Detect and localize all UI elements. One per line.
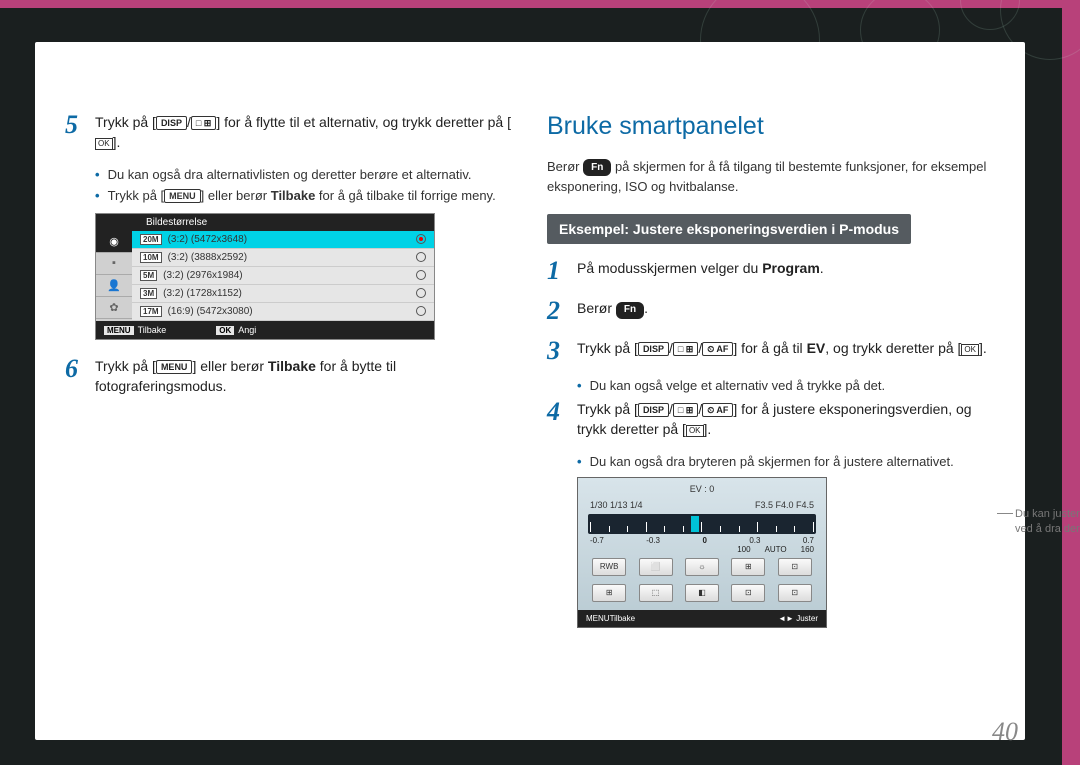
tab-user[interactable]: 👤 <box>96 275 132 297</box>
sp-option-button[interactable]: ⊡ <box>778 584 812 602</box>
nav-icon: □ ⊞ <box>191 116 216 130</box>
callout-text: Du kan justere enkelte alternativer ved … <box>1015 507 1080 538</box>
step-number: 1 <box>547 258 565 284</box>
nav-icon: □ ⊞ <box>673 342 698 356</box>
sp-option-button[interactable]: ☼ <box>685 558 719 576</box>
bullet-icon: • <box>577 378 582 393</box>
size-option[interactable]: 17M(16:9) (5472x3080) <box>132 303 434 321</box>
intro-text: Berør Fn på skjermen for å få tilgang ti… <box>547 157 995 196</box>
size-option[interactable]: 5M(3:2) (2976x1984) <box>132 267 434 285</box>
step-number: 6 <box>65 356 83 397</box>
ok-button-label: OK <box>686 425 704 437</box>
bullet-text: Du kan også dra bryteren på skjermen for… <box>590 454 954 469</box>
disp-button-label: DISP <box>638 403 669 417</box>
nav-icon: □ ⊞ <box>673 403 698 417</box>
sp-option-button[interactable]: ⊞ <box>592 584 626 602</box>
sp-option-button[interactable]: ⊡ <box>731 584 765 602</box>
disp-button-label: DISP <box>638 342 669 356</box>
step-6: 6 Trykk på [MENU] eller berør Tilbake fo… <box>65 356 513 397</box>
right-column: Bruke smartpanelet Berør Fn på skjermen … <box>547 112 995 720</box>
menu-button-label: MENU <box>156 360 193 374</box>
smartpanel-preview: EV : 0 1/30 1/13 1/4F3.5 F4.0 F4.5 -0.7-… <box>577 477 827 628</box>
sp-option-button[interactable]: ⊞ <box>731 558 765 576</box>
size-option[interactable]: 20M(3:2) (5472x3648) <box>132 231 434 249</box>
tab-video[interactable]: ▪ <box>96 253 132 275</box>
section-heading: Bruke smartpanelet <box>547 112 995 141</box>
bullet-icon: • <box>95 167 100 182</box>
menu-button-label: MENU <box>164 189 201 203</box>
step-number: 5 <box>65 112 83 153</box>
step-number: 4 <box>547 399 565 440</box>
panel-title: Bildestørrelse <box>96 214 434 231</box>
size-option[interactable]: 10M(3:2) (3888x2592) <box>132 249 434 267</box>
bullet-icon: • <box>95 188 100 203</box>
sp-option-button[interactable]: RWB <box>592 558 626 576</box>
left-column: 5 Trykk på [DISP/□ ⊞] for å ﬂytte til et… <box>65 112 513 720</box>
size-option[interactable]: 3M(3:2) (1728x1152) <box>132 285 434 303</box>
bullet-text: Du kan også dra alternativlisten og dere… <box>108 167 472 182</box>
fn-button-label: Fn <box>583 159 611 176</box>
sp-option-button[interactable]: ⬚ <box>639 584 673 602</box>
ok-button-label: OK <box>961 344 979 356</box>
example-heading: Eksempel: Justere eksponeringsverdien i … <box>547 214 911 244</box>
panel-footer: MENUTilbake OKAngi <box>96 321 434 339</box>
page-number: 40 <box>992 717 1018 747</box>
timer-icon: ⏲ AF <box>702 403 733 417</box>
sp-scale[interactable] <box>588 514 816 534</box>
sp-option-button[interactable]: ⬜ <box>639 558 673 576</box>
bullet-text: Du kan også velge et alternativ ved å tr… <box>590 378 886 393</box>
sp-title: EV : 0 <box>578 484 826 494</box>
disp-button-label: DISP <box>156 116 187 130</box>
fn-button-label: Fn <box>616 302 644 319</box>
size-settings-panel: Bildestørrelse ◉ ▪ 👤 ✿ 20M(3:2) (5472x36… <box>95 213 435 340</box>
tab-settings[interactable]: ✿ <box>96 297 132 319</box>
step-5: 5 Trykk på [DISP/□ ⊞] for å ﬂytte til et… <box>65 112 513 153</box>
step-number: 2 <box>547 298 565 324</box>
bullet-text: Trykk på [MENU] eller berør Tilbake for … <box>108 188 496 203</box>
ok-button-label: OK <box>95 138 113 150</box>
sp-option-button[interactable]: ◧ <box>685 584 719 602</box>
timer-icon: ⏲ AF <box>702 342 733 356</box>
bullet-icon: • <box>577 454 582 469</box>
step-number: 3 <box>547 338 565 364</box>
tab-photo[interactable]: ◉ <box>96 231 132 253</box>
sp-option-button[interactable]: ⊡ <box>778 558 812 576</box>
